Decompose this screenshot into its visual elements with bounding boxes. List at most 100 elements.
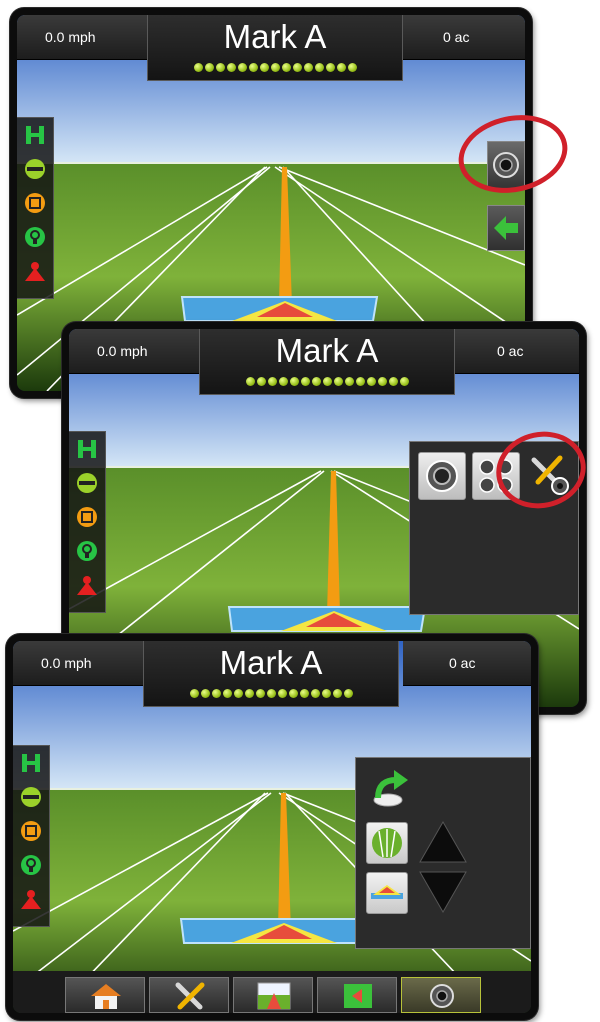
zoom-out-button[interactable]	[418, 870, 468, 914]
guidance-light	[310, 689, 320, 698]
guidance-light	[336, 63, 346, 72]
home-icon	[91, 984, 121, 1009]
overhead-view-button[interactable]	[366, 822, 408, 864]
nav-tools-button[interactable]	[149, 977, 229, 1013]
gps-icon[interactable]	[20, 854, 42, 876]
guidance-line-icon[interactable]	[24, 158, 46, 180]
area-readout: 0 ac	[443, 29, 470, 45]
mark-label: Mark A	[219, 644, 323, 681]
vehicle-icon[interactable]	[20, 888, 42, 910]
guidance-light	[237, 63, 247, 72]
guidance-light	[333, 377, 343, 386]
guidance-light	[303, 63, 313, 72]
guidance-light	[245, 377, 255, 386]
mark-status[interactable]: Mark A	[199, 329, 455, 395]
rotate-view-button[interactable]	[368, 766, 414, 812]
area-bar: 0 ac	[403, 641, 531, 686]
guidance-light	[259, 63, 269, 72]
guidance-light	[292, 63, 302, 72]
guidance-icon	[257, 982, 291, 1010]
overhead-view-icon	[372, 828, 402, 858]
up-arrow-icon	[419, 820, 467, 863]
guidance-light	[266, 689, 276, 698]
guidance-light	[204, 63, 214, 72]
camera-icon	[430, 984, 454, 1008]
nav-map-button[interactable]	[317, 977, 397, 1013]
guidance-light	[281, 63, 291, 72]
guidance-light	[355, 377, 365, 386]
gps-icon[interactable]	[24, 226, 46, 248]
speed-bar: 0.0 mph	[13, 641, 153, 686]
screen-3-frame: 0.0 mph 0 ac Mark A	[6, 634, 538, 1020]
nav-guidance-button[interactable]	[233, 977, 313, 1013]
map-icon	[344, 984, 372, 1008]
guidance-light	[299, 689, 309, 698]
speed-readout: 0.0 mph	[45, 29, 96, 45]
guidance-light	[289, 377, 299, 386]
guidance-light	[347, 63, 357, 72]
boom-icon[interactable]	[24, 124, 46, 146]
nav-home-button[interactable]	[65, 977, 145, 1013]
guidance-lightbar	[144, 685, 398, 698]
guidance-light	[248, 63, 258, 72]
marker-icon[interactable]	[20, 820, 42, 842]
guidance-light	[267, 377, 277, 386]
guidance-line-icon[interactable]	[76, 472, 98, 494]
guidance-light	[321, 689, 331, 698]
guidance-light	[255, 689, 265, 698]
single-camera-button[interactable]	[418, 452, 466, 500]
camera-icon	[426, 460, 458, 492]
perspective-view-button[interactable]	[366, 872, 408, 914]
guidance-light	[278, 377, 288, 386]
area-bar: 0 ac	[397, 15, 525, 60]
rotate-arrow-icon	[373, 770, 408, 807]
mark-label: Mark A	[275, 332, 379, 369]
area-bar: 0 ac	[451, 329, 579, 374]
guidance-light	[193, 63, 203, 72]
guidance-light	[344, 377, 354, 386]
mark-status[interactable]: Mark A	[147, 15, 403, 81]
guidance-light	[399, 377, 409, 386]
mark-label: Mark A	[223, 18, 327, 55]
speed-bar: 0.0 mph	[17, 15, 157, 60]
guidance-light	[300, 377, 310, 386]
guidance-light	[226, 63, 236, 72]
guidance-light	[322, 377, 332, 386]
vehicle-icon[interactable]	[24, 260, 46, 282]
area-readout: 0 ac	[449, 655, 476, 671]
guidance-light	[311, 377, 321, 386]
guidance-light	[233, 689, 243, 698]
guidance-light	[211, 689, 221, 698]
guidance-light	[189, 689, 199, 698]
gps-icon[interactable]	[76, 540, 98, 562]
nav-camera-button[interactable]	[401, 977, 481, 1013]
guidance-light	[244, 689, 254, 698]
boom-icon[interactable]	[76, 438, 98, 460]
mark-status[interactable]: Mark A	[143, 641, 399, 707]
status-sidebar	[17, 117, 54, 299]
back-button[interactable]	[487, 205, 525, 251]
guidance-light	[222, 689, 232, 698]
view-options-panel	[355, 757, 531, 949]
status-sidebar	[13, 745, 50, 927]
guidance-light	[277, 689, 287, 698]
guidance-light	[215, 63, 225, 72]
guidance-view: 0.0 mph 0 ac Mark A	[13, 641, 531, 1013]
marker-icon[interactable]	[76, 506, 98, 528]
guidance-light	[377, 377, 387, 386]
boom-icon[interactable]	[20, 752, 42, 774]
guidance-light	[325, 63, 335, 72]
status-sidebar	[69, 431, 106, 613]
guidance-line-icon[interactable]	[20, 786, 42, 808]
zoom-in-button[interactable]	[418, 820, 468, 864]
marker-icon[interactable]	[24, 192, 46, 214]
down-arrow-icon	[419, 871, 467, 914]
perspective-view-icon	[371, 885, 403, 899]
guidance-light	[332, 689, 342, 698]
guidance-light	[288, 689, 298, 698]
area-readout: 0 ac	[497, 343, 524, 359]
guidance-lightbar	[148, 59, 402, 72]
guidance-light	[343, 689, 353, 698]
vehicle-icon[interactable]	[76, 574, 98, 596]
guidance-lightbar	[200, 373, 454, 386]
